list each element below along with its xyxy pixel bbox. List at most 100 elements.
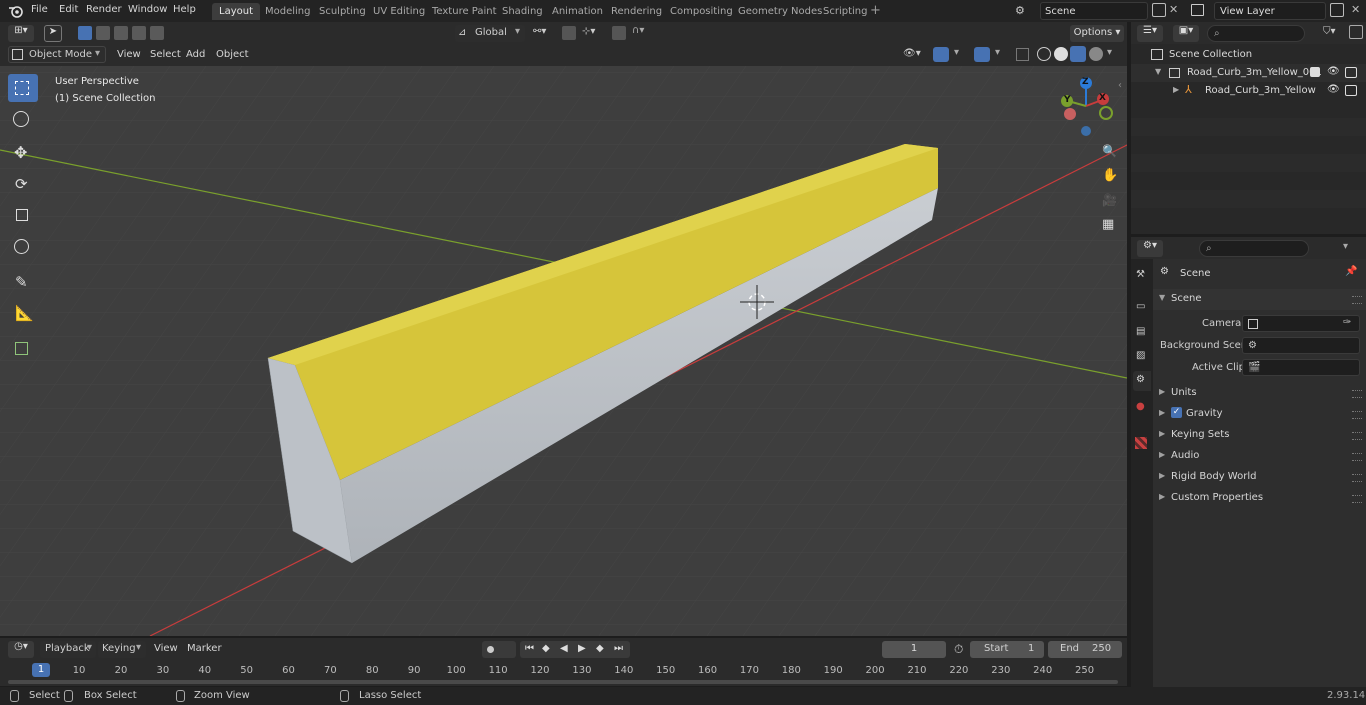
timeline-ruler[interactable]: 1 10 20 30 40 50 60 70 80 90 100 110 120 130 140 150 160… <box>0 660 1127 686</box>
checkbox-icon[interactable] <box>1310 67 1320 77</box>
rotate-tool[interactable]: ⟳ <box>8 172 38 200</box>
active-clip-field[interactable]: 🎬 <box>1242 359 1360 376</box>
properties-editor-type-button[interactable]: ⚙▾ <box>1137 240 1163 257</box>
drag-handle-icon[interactable] <box>1352 390 1362 398</box>
start-frame-field[interactable]: Start 1 <box>970 641 1044 658</box>
select-box-tool[interactable] <box>8 74 38 102</box>
select-intersect-icon[interactable] <box>150 26 164 40</box>
pin-icon[interactable]: 📌 <box>1345 266 1357 277</box>
tab-modeling[interactable]: Modeling <box>258 3 318 20</box>
menu-file[interactable]: File <box>31 4 48 15</box>
jump-end-icon[interactable]: ⏭ <box>614 643 623 654</box>
camera-render-icon[interactable] <box>1345 85 1357 96</box>
sidebar-toggle-icon[interactable]: ‹ <box>1118 80 1122 91</box>
drag-handle-icon[interactable] <box>1352 495 1362 503</box>
viewport-menu-object[interactable]: Object <box>216 49 249 60</box>
gravity-panel-header[interactable]: ▶ ✓ Gravity <box>1153 404 1366 425</box>
pan-view-button[interactable]: ✋ <box>1097 166 1119 188</box>
snap-toggle-icon[interactable] <box>562 26 576 40</box>
eye-icon[interactable]: 👁 <box>1327 84 1340 95</box>
scene-tab[interactable]: ⚙ <box>1133 371 1151 391</box>
annotate-tool[interactable]: ✎ <box>8 270 38 298</box>
frame-ruler[interactable]: 1 10 20 30 40 50 60 70 80 90 100 110 120 130 140 150 160… <box>0 660 1127 678</box>
solid-shading-icon[interactable] <box>1054 47 1068 61</box>
view-layer-field[interactable]: View Layer <box>1214 2 1326 20</box>
tab-scripting[interactable]: Scripting <box>816 3 874 20</box>
add-cube-tool[interactable] <box>8 336 38 364</box>
select-new-icon[interactable] <box>78 26 92 40</box>
filter-icon[interactable]: ⛉▾ <box>1323 26 1336 37</box>
timeline-editor-type-button[interactable]: ◷▾ <box>8 641 34 658</box>
end-frame-field[interactable]: End 250 <box>1048 641 1122 658</box>
select-subtract-icon[interactable] <box>114 26 128 40</box>
view-layer-tab-icon[interactable]: ▨ <box>1136 350 1145 361</box>
menu-help[interactable]: Help <box>173 4 196 15</box>
eye-icon[interactable]: 👁 <box>1327 66 1340 77</box>
display-mode-button[interactable]: ▣▾ <box>1173 25 1199 42</box>
tab-sculpting[interactable]: Sculpting <box>312 3 373 20</box>
keying-sets-panel-header[interactable]: ▶ Keying Sets <box>1153 425 1366 446</box>
falloff-icon[interactable]: ∩▾ <box>632 25 644 36</box>
tab-texture-paint[interactable]: Texture Paint <box>425 3 504 20</box>
drag-handle-icon[interactable] <box>1352 296 1362 304</box>
select-extend-icon[interactable] <box>96 26 110 40</box>
audio-panel-header[interactable]: ▶ Audio <box>1153 446 1366 467</box>
move-tool[interactable]: ✥ <box>8 141 38 169</box>
tab-layout[interactable]: Layout <box>212 3 260 20</box>
blender-logo-icon[interactable] <box>8 3 24 19</box>
drag-handle-icon[interactable] <box>1352 453 1362 461</box>
playback-menu[interactable]: Playback ▾ <box>40 641 96 658</box>
chevron-down-icon[interactable]: ▾ <box>954 47 959 58</box>
zoom-view-button[interactable]: 🔍 <box>1097 141 1119 163</box>
camera-render-icon[interactable] <box>1345 67 1357 78</box>
xray-toggle-icon[interactable] <box>1016 48 1029 61</box>
tab-geometry-nodes[interactable]: Geometry Nodes <box>731 3 829 20</box>
play-icon[interactable]: ▶ <box>578 643 586 654</box>
active-tool-button[interactable]: ➤ <box>44 25 62 42</box>
menu-render[interactable]: Render <box>86 4 122 15</box>
outliner-row-object[interactable]: ▶ ⅄ Road_Curb_3m_Yellow 👁 <box>1131 82 1366 100</box>
wireframe-shading-icon[interactable] <box>1037 47 1051 61</box>
tool-tab-icon[interactable]: ⚒ <box>1136 269 1145 280</box>
custom-properties-panel-header[interactable]: ▶ Custom Properties <box>1153 488 1366 509</box>
material-preview-shading-icon[interactable] <box>1070 46 1086 62</box>
scene-name-field[interactable]: Scene <box>1040 2 1148 20</box>
proportional-edit-icon[interactable] <box>612 26 626 40</box>
outliner-row-scene-collection[interactable]: Scene Collection <box>1131 46 1366 64</box>
scale-tool[interactable] <box>8 202 38 230</box>
mode-dropdown[interactable]: Object Mode ▾ <box>8 46 106 63</box>
outliner-row-collection[interactable]: ▼ Road_Curb_3m_Yellow_001 👁 <box>1131 64 1366 82</box>
duplicate-view-layer-icon[interactable] <box>1330 3 1344 17</box>
duplicate-scene-icon[interactable] <box>1152 3 1166 17</box>
cursor-tool[interactable] <box>8 106 38 134</box>
expand-arrow-icon[interactable]: ▼ <box>1155 67 1161 76</box>
current-frame-indicator[interactable]: 1 <box>32 663 50 677</box>
eyedropper-icon[interactable]: ✑ <box>1343 317 1351 328</box>
menu-window[interactable]: Window <box>128 4 167 15</box>
options-dropdown[interactable]: Options ▾ <box>1070 25 1124 42</box>
close-scene-icon[interactable]: ✕ <box>1169 3 1178 16</box>
editor-type-button[interactable]: ⊞▾ <box>8 25 34 42</box>
next-keyframe-icon[interactable]: ◆ <box>596 643 604 654</box>
measure-tool[interactable]: 📐 <box>8 301 38 329</box>
keying-menu[interactable]: Keying ▾ <box>98 641 146 658</box>
gizmo-toggle-icon[interactable] <box>933 47 949 62</box>
world-tab-icon[interactable]: ● <box>1136 401 1145 412</box>
drag-handle-icon[interactable] <box>1352 474 1362 482</box>
chevron-down-icon[interactable]: ▾ <box>1107 47 1112 58</box>
drag-handle-icon[interactable] <box>1352 432 1362 440</box>
play-reverse-icon[interactable]: ◀ <box>560 643 568 654</box>
timeline-menu-view[interactable]: View <box>154 643 178 654</box>
background-scene-field[interactable]: ⚙ <box>1242 337 1360 354</box>
texture-tab-icon[interactable] <box>1135 437 1147 449</box>
chevron-down-icon[interactable]: ▾ <box>995 47 1000 58</box>
gravity-checkbox[interactable]: ✓ <box>1171 407 1182 418</box>
tab-animation[interactable]: Animation <box>545 3 610 20</box>
viewport-menu-add[interactable]: Add <box>186 49 205 60</box>
camera-view-button[interactable]: 🎥 <box>1097 190 1119 212</box>
camera-field[interactable]: ✑ <box>1242 315 1360 332</box>
scene-selector[interactable]: ⚙ Scene <box>1012 2 1166 20</box>
pivot-point-icon[interactable]: ⚯▾ <box>533 26 546 37</box>
3d-viewport[interactable]: User Perspective (1) Scene Collection ✥ … <box>0 66 1127 636</box>
outliner-search-input[interactable]: ⌕ <box>1207 25 1305 42</box>
